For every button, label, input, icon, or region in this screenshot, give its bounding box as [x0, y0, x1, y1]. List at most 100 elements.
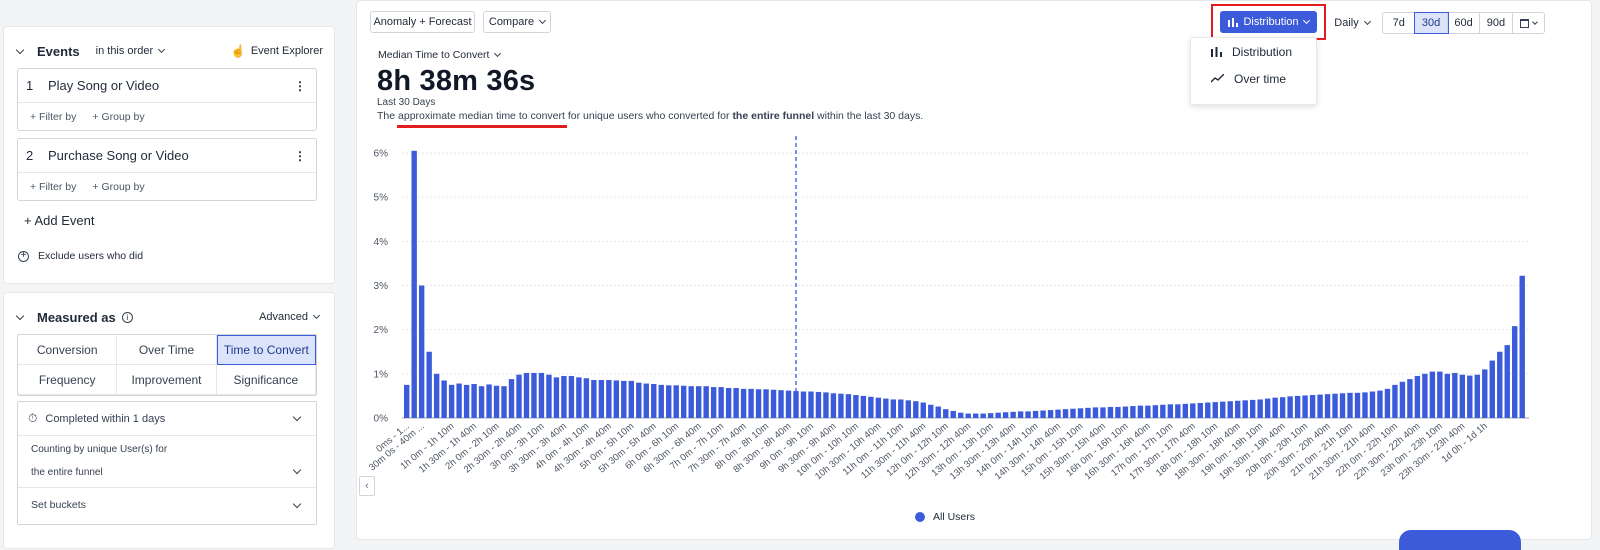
chevron-down-icon[interactable]: [312, 311, 321, 320]
chart-bar: [1190, 403, 1196, 418]
x-tick-label: 4h 0m - 4h 10m: [533, 421, 591, 472]
y-tick-label: 4%: [374, 237, 389, 248]
event-name[interactable]: Purchase Song or Video: [48, 148, 189, 163]
chart-bar: [1235, 400, 1241, 418]
chevron-down-icon[interactable]: [15, 45, 25, 54]
option-time-to-convert[interactable]: Time to Convert: [216, 335, 316, 365]
chart-bar: [1010, 411, 1016, 418]
option-frequency[interactable]: Frequency: [18, 365, 118, 395]
distribution-button[interactable]: Distribution: [1220, 11, 1317, 33]
chevron-down-icon[interactable]: [292, 499, 302, 508]
option-over-time[interactable]: Over Time: [117, 335, 217, 365]
x-tick-label: 17h 0m - 17h 10m: [1109, 421, 1175, 479]
chart-bar: [815, 391, 822, 418]
order-select[interactable]: in this order: [96, 45, 153, 57]
compare-button[interactable]: Compare: [483, 11, 551, 33]
event-name[interactable]: Play Song or Video: [48, 78, 159, 93]
x-tick-label: 2h 30m - 2h 40m: [462, 421, 524, 476]
x-tick-label: 11h 30m - 11h 40m: [859, 421, 928, 482]
chart-bar: [1362, 392, 1368, 418]
anomaly-forecast-button[interactable]: Anomaly + Forecast: [370, 11, 475, 33]
measured-title: Measured as: [37, 309, 116, 325]
chart-bar: [1309, 395, 1316, 418]
event-explorer-link[interactable]: ☝ Event Explorer: [231, 44, 323, 58]
chart-bar: [688, 386, 694, 418]
completed-within-row[interactable]: ⏱ Completed within 1 days: [18, 402, 316, 436]
y-tick-label: 2%: [374, 325, 389, 336]
y-tick-label: 3%: [374, 281, 389, 292]
chart-bar: [965, 413, 971, 418]
chart-bar: [1407, 379, 1413, 418]
x-tick-label: 3h 30m - 3h 40m: [507, 421, 569, 476]
chart-bar: [673, 385, 679, 418]
chart-bar: [448, 384, 455, 418]
chart-bar: [830, 393, 837, 418]
chart-bar: [643, 383, 649, 418]
y-tick-label: 1%: [374, 369, 389, 380]
group-by-button[interactable]: + Group by: [92, 111, 144, 123]
x-tick-label: 6h 0m - 6h 10m: [623, 421, 681, 472]
chart-bar: [1332, 393, 1338, 418]
x-tick-label: 18h 0m - 18h 10m: [1154, 421, 1220, 479]
menu-item-distribution[interactable]: Distribution: [1191, 38, 1316, 65]
chevron-down-icon: [1531, 18, 1538, 25]
option-conversion[interactable]: Conversion: [18, 335, 118, 365]
metric-value: 8h 38m 36s: [377, 65, 536, 97]
chart-bar: [1497, 351, 1503, 418]
filter-by-button[interactable]: + Filter by: [30, 181, 76, 193]
x-tick-label: 19h 30m - 19h 40m: [1217, 421, 1287, 482]
calendar-button[interactable]: [1513, 13, 1544, 33]
distribution-label: Distribution: [1243, 16, 1299, 28]
option-improvement[interactable]: Improvement: [117, 365, 217, 395]
x-tick-label: 2h 0m - 2h 10m: [443, 421, 501, 472]
chevron-down-icon[interactable]: [15, 311, 25, 320]
chart-bar: [1025, 411, 1031, 418]
x-tick-label: 14h 0m - 14h 10m: [974, 421, 1040, 479]
advanced-select[interactable]: Advanced: [259, 311, 308, 323]
events-title: Events: [37, 43, 80, 59]
chart-bar: [793, 391, 799, 418]
menu-item-over-time[interactable]: Over time: [1191, 65, 1316, 92]
chart-bar: [1287, 396, 1293, 418]
filter-by-button[interactable]: + Filter by: [30, 111, 76, 123]
scroll-left-button[interactable]: ‹: [359, 476, 375, 496]
range-60d[interactable]: 60d: [1448, 13, 1481, 33]
chart-bar: [710, 387, 717, 418]
range-90d[interactable]: 90d: [1480, 13, 1513, 33]
chart-bar: [1227, 401, 1233, 418]
group-by-button[interactable]: + Group by: [92, 181, 144, 193]
x-tick-label: 10h 30m - 10h 40m: [813, 421, 883, 482]
menu-item-label: Over time: [1234, 71, 1287, 86]
chevron-down-icon[interactable]: [292, 412, 302, 422]
interval-select[interactable]: Daily: [1327, 12, 1377, 34]
set-buckets-row[interactable]: Set buckets: [18, 488, 316, 522]
help-widget[interactable]: [1399, 530, 1521, 550]
range-7d[interactable]: 7d: [1383, 13, 1416, 33]
chart-bar: [1107, 406, 1114, 418]
counting-row[interactable]: Counting by unique User(s) for the entir…: [18, 436, 316, 488]
chart-bar: [681, 385, 687, 418]
chart-bar: [1482, 369, 1488, 418]
exclude-users-button[interactable]: + Exclude users who did: [18, 250, 143, 262]
event-step-2[interactable]: 2 Purchase Song or Video ⋮ + Filter by +…: [17, 138, 317, 201]
chart-bar: [778, 390, 784, 418]
range-30d[interactable]: 30d: [1414, 12, 1449, 34]
events-panel: Events in this order ☝ Event Explorer 1 …: [3, 26, 335, 284]
chart-legend[interactable]: All Users: [915, 511, 975, 523]
x-tick-label: 16h 0m - 16h 10m: [1064, 421, 1130, 479]
chart-bar: [890, 399, 897, 418]
metric-selector[interactable]: Median Time to Convert: [378, 49, 502, 61]
chevron-down-icon[interactable]: [158, 45, 166, 54]
info-icon[interactable]: i: [121, 311, 133, 323]
event-step-1[interactable]: 1 Play Song or Video ⋮ + Filter by + Gro…: [17, 68, 317, 131]
chart-bar: [695, 386, 702, 418]
chart-bar: [1167, 404, 1174, 418]
chart-bar: [770, 389, 777, 418]
chart-bar: [845, 394, 852, 418]
chart-bar: [538, 372, 545, 418]
option-significance[interactable]: Significance: [216, 365, 316, 395]
add-event-button[interactable]: + Add Event: [24, 213, 94, 228]
funnel-scope[interactable]: the entire funnel: [31, 467, 303, 478]
kebab-menu-icon[interactable]: ⋮: [294, 79, 306, 93]
kebab-menu-icon[interactable]: ⋮: [294, 149, 306, 163]
